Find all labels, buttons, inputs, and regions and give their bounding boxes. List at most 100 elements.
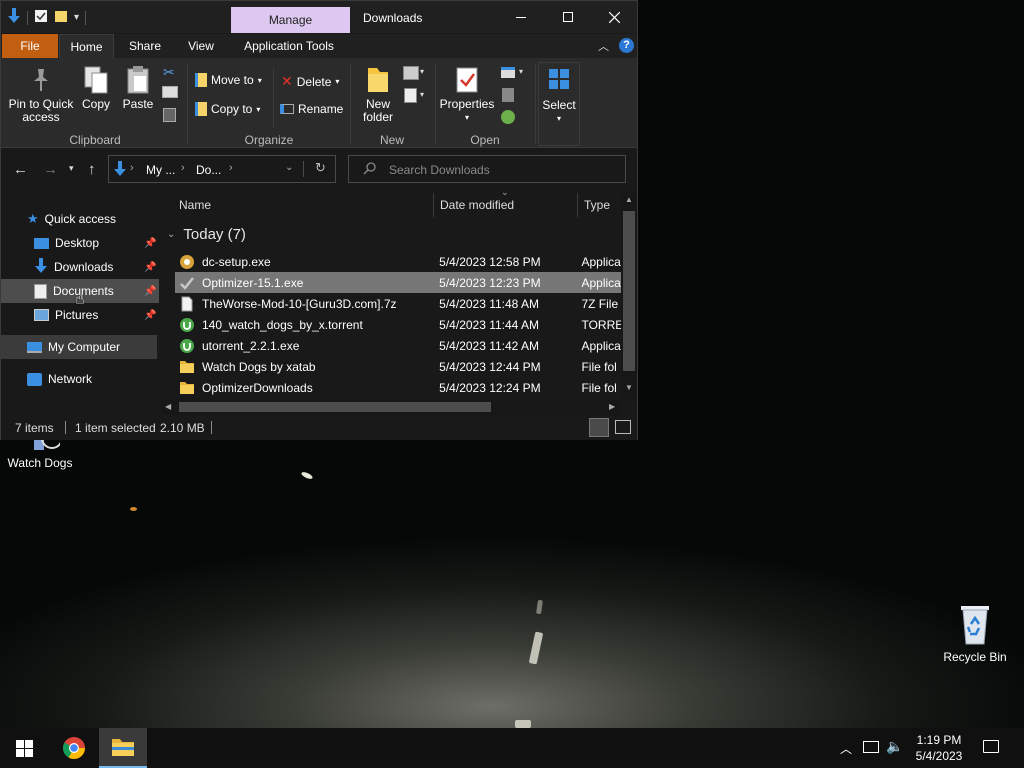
column-header-type[interactable]: Type [584,191,610,219]
breadcrumb-downloads[interactable]: Do... [196,163,221,177]
nav-quick-access[interactable]: ★ Quick access [1,207,159,231]
chevron-down-icon: ▾ [256,104,261,114]
volume-icon[interactable]: 🔈 [886,738,903,755]
breadcrumb-separator-icon: › [181,162,185,174]
notifications-icon[interactable] [983,740,999,753]
paste-button[interactable]: Paste [119,64,157,111]
ribbon-tabs: File Home Share View Application Tools ︿… [1,34,637,58]
help-icon[interactable]: ? [619,38,634,53]
clock[interactable]: 1:19 PM 5/4/2023 [910,732,968,764]
windows-logo-icon [15,739,33,757]
tab-share[interactable]: Share [121,34,169,58]
column-separator[interactable] [577,193,578,217]
tab-file[interactable]: File [2,34,58,58]
column-separator[interactable] [433,193,434,217]
history-icon[interactable] [501,110,515,124]
new-folder-button[interactable]: New folder [356,64,400,124]
horizontal-scroll-thumb[interactable] [179,402,491,412]
nav-item-desktop[interactable]: Desktop 📌 [1,231,159,255]
customize-qat-icon[interactable]: ▾ [74,12,79,23]
group-new-label: New [379,133,404,147]
easy-access-chevron-icon[interactable]: ▾ [420,90,424,99]
pin-icon [5,64,77,96]
select-button[interactable]: Select ▾ [538,62,580,146]
horizontal-scrollbar[interactable]: ◀ ▶ [161,399,621,415]
pin-icon: 📌 [144,309,157,321]
download-arrow-icon[interactable] [7,8,21,27]
new-folder-icon[interactable] [54,9,68,26]
file-row[interactable]: Watch Dogs by xatab 5/4/2023 12:44 PM File… [175,356,621,377]
move-to-button[interactable]: Move to ▾ [195,73,262,87]
recent-locations-icon[interactable]: ▾ [69,163,74,174]
network-tray-icon[interactable] [863,741,879,753]
details-view-button[interactable] [589,418,609,437]
breadcrumb-my-computer[interactable]: My ... [146,163,175,177]
file-type: File fol [581,359,617,374]
refresh-icon[interactable]: ↻ [315,160,326,176]
file-row[interactable]: 140_watch_dogs_by_x.torrent 5/4/2023 11:4… [175,314,621,335]
taskbar-file-explorer[interactable] [99,728,147,768]
desktop-icon-watch-dogs[interactable]: Watch Dogs [0,427,80,470]
column-header-name[interactable]: Name [179,191,211,219]
tab-view[interactable]: View [177,34,225,58]
nav-item-label: Desktop [55,236,100,250]
minimize-button[interactable] [498,1,544,33]
file-row[interactable]: OptimizerDownloads 5/4/2023 12:24 PM File … [175,377,621,398]
address-history-chevron-icon[interactable]: ⌄ [285,162,293,173]
close-button[interactable] [591,1,637,33]
chevron-down-icon: ▾ [257,75,262,85]
new-item-chevron-icon[interactable]: ▾ [420,67,424,76]
paste-shortcut-icon[interactable] [163,108,176,122]
up-arrow-icon[interactable]: ↑ [88,161,96,178]
file-row[interactable]: dc-setup.exe 5/4/2023 12:58 PM Applica [175,251,621,272]
address-bar[interactable]: › My ... › Do... › ⌄ ↻ [108,155,336,183]
edit-icon[interactable] [502,88,514,102]
new-item-icon[interactable] [403,66,419,80]
search-box[interactable]: Search Downloads [348,155,626,183]
file-icon [179,296,195,312]
show-hidden-icons-icon[interactable]: ︿ [840,740,852,757]
tab-home[interactable]: Home [59,34,114,58]
scroll-up-icon[interactable]: ▲ [625,195,633,204]
file-row[interactable]: utorrent_2.2.1.exe 5/4/2023 11:42 AM Appli… [175,335,621,356]
properties-button[interactable]: Properties ▾ [439,64,495,124]
nav-my-computer-label: My Computer [48,340,121,354]
easy-access-icon[interactable] [404,88,417,103]
large-icons-view-button[interactable] [615,420,631,434]
pin-to-quick-access-button[interactable]: Pin to Quick access [5,64,77,124]
nav-my-computer[interactable]: My Computer [1,335,157,359]
scroll-down-icon[interactable]: ▼ [625,383,633,392]
start-button[interactable] [0,728,48,768]
desktop-icon-recycle-bin[interactable]: Recycle Bin [935,602,1015,664]
open-chevron-icon[interactable]: ▾ [519,67,523,76]
back-arrow-icon[interactable]: ← [13,161,28,178]
scroll-right-icon[interactable]: ▶ [609,402,615,411]
copy-to-button[interactable]: Copy to ▾ [195,102,260,116]
maximize-button[interactable] [545,1,591,33]
tab-application-tools[interactable]: Application Tools [233,34,345,58]
collapse-ribbon-icon[interactable]: ︿ [598,38,609,54]
cut-icon[interactable]: ✂ [163,64,175,81]
copy-path-icon[interactable] [162,86,178,98]
file-row[interactable]: Optimizer-15.1.exe 5/4/2023 12:23 PM Appli… [175,272,621,293]
taskbar-chrome[interactable] [50,728,98,768]
group-header-today[interactable]: ⌄ Today (7) [167,226,246,243]
vertical-scroll-thumb[interactable] [623,211,635,371]
delete-button[interactable]: ✕ Delete ▾ [281,73,339,90]
manage-contextual-tab[interactable]: Manage [231,7,350,33]
file-row[interactable]: TheWorse-Mod-10-[Guru3D.com].7z 5/4/2023 … [175,293,621,314]
properties-check-icon[interactable] [34,9,48,26]
qat-divider-2 [85,10,87,25]
vertical-scrollbar[interactable]: ▲ ▼ [621,191,637,399]
nav-item-downloads[interactable]: Downloads 📌 [1,255,159,279]
qat-divider [27,10,28,25]
open-icon[interactable] [501,67,515,78]
download-icon [34,257,48,277]
scroll-left-icon[interactable]: ◀ [165,402,171,411]
forward-arrow-icon[interactable]: → [43,161,58,178]
nav-network[interactable]: Network [1,367,159,391]
recycle-bin-label: Recycle Bin [943,650,1007,664]
rename-button[interactable]: Rename [280,102,343,116]
copy-button[interactable]: Copy [79,64,113,111]
pin-icon: 📌 [144,261,157,273]
